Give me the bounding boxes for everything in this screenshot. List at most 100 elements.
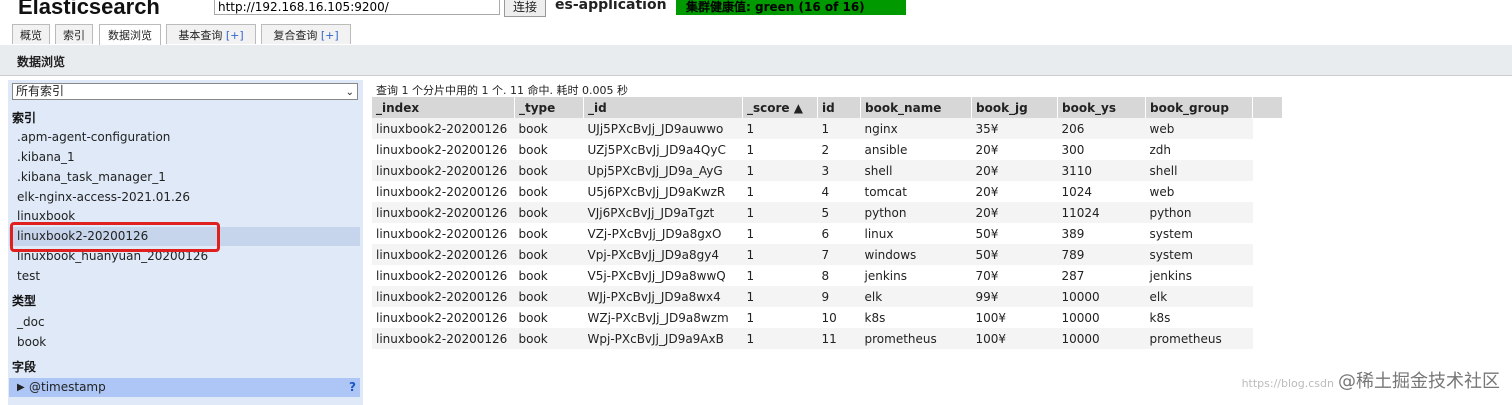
table-cell: python: [1145, 202, 1253, 223]
watermark-text: @稀土掘金技术社区: [1338, 371, 1500, 392]
table-row[interactable]: linuxbook2-20200126 book Upj5PXcBvJj_JD9a_…: [372, 160, 1283, 181]
tab-label: 基本查询: [178, 29, 226, 42]
column-header[interactable]: _type: [514, 97, 584, 118]
column-header[interactable]: book_ys: [1057, 97, 1146, 118]
table-row[interactable]: linuxbook2-20200126 book U5j6PXcBvJj_JD9aK…: [372, 181, 1283, 202]
table-cell: 5: [817, 202, 861, 223]
table-cell: 10000: [1057, 307, 1146, 328]
table-cell: windows: [860, 244, 972, 265]
table-cell: book: [514, 265, 584, 286]
table-cell: 1: [742, 307, 818, 328]
index-heading: 索引: [12, 111, 37, 125]
cluster-url-input[interactable]: http://192.168.16.105:9200/: [214, 0, 500, 15]
table-cell: linuxbook2-20200126: [372, 181, 515, 202]
table-cell: prometheus: [860, 328, 972, 349]
sidebar-item-index[interactable]: elk-nginx-access-2021.01.26: [9, 188, 360, 207]
column-header[interactable]: _index: [372, 97, 515, 118]
table-cell: 20¥: [971, 181, 1058, 202]
table-cell: tomcat: [860, 181, 972, 202]
column-header-sorted[interactable]: _score ▲: [742, 97, 818, 118]
table-cell: k8s: [1145, 307, 1253, 328]
table-cell: 9: [817, 286, 861, 307]
table-row[interactable]: linuxbook2-20200126 book Wpj-PXcBvJj_JD9a9…: [372, 328, 1283, 349]
table-cell: 70¥: [971, 265, 1058, 286]
table-row[interactable]: linuxbook2-20200126 book Vpj-PXcBvJj_JD9a8…: [372, 244, 1283, 265]
table-cell: linuxbook2-20200126: [372, 244, 515, 265]
sidebar-item-index[interactable]: .apm-agent-configuration: [9, 128, 360, 147]
table-row[interactable]: linuxbook2-20200126 book VZj-PXcBvJj_JD9a8…: [372, 223, 1283, 244]
table-cell: 100¥: [971, 328, 1058, 349]
table-cell: 789: [1057, 244, 1146, 265]
table-cell: U5j6PXcBvJj_JD9aKwzR: [583, 181, 743, 202]
table-cell: linuxbook2-20200126: [372, 265, 515, 286]
table-cell: 389: [1057, 223, 1146, 244]
table-cell: 11: [817, 328, 861, 349]
section-header: 数据浏览: [0, 45, 1512, 76]
sidebar-item-field[interactable]: ▶ @timestamp ?: [9, 378, 360, 397]
table-cell: python: [860, 202, 972, 223]
table-row[interactable]: linuxbook2-20200126 book V5j-PXcBvJj_JD9a8…: [372, 265, 1283, 286]
page-title: 数据浏览: [17, 55, 66, 69]
table-cell: 4: [817, 181, 861, 202]
table-row[interactable]: linuxbook2-20200126 book WZj-PXcBvJj_JD9a8…: [372, 307, 1283, 328]
table-cell: book: [514, 181, 584, 202]
table-cell: UJj5PXcBvJj_JD9auwwo: [583, 118, 743, 139]
table-cell: book: [514, 118, 584, 139]
table-cell: 20¥: [971, 139, 1058, 160]
index-select[interactable]: 所有索引 ⌄: [12, 83, 358, 100]
table-cell: jenkins: [860, 265, 972, 286]
expand-triangle-icon[interactable]: ▶: [17, 378, 25, 397]
column-header[interactable]: book_group: [1145, 97, 1253, 118]
table-cell: 206: [1057, 118, 1146, 139]
table-cell: linuxbook2-20200126: [372, 118, 515, 139]
top-bar: Elasticsearch http://192.168.16.105:9200…: [0, 0, 1512, 20]
table-cell: 1024: [1057, 181, 1146, 202]
chevron-down-icon: ⌄: [345, 87, 354, 98]
table-cell: Vpj-PXcBvJj_JD9a8gy4: [583, 244, 743, 265]
tab-overview[interactable]: 概览: [12, 24, 50, 44]
sidebar-item-index[interactable]: test: [9, 267, 360, 286]
connect-button[interactable]: 连接: [504, 0, 546, 17]
table-cell: linux: [860, 223, 972, 244]
table-cell: 3: [817, 160, 861, 181]
table-cell: 50¥: [971, 244, 1058, 265]
tab-plus: [+]: [320, 29, 339, 42]
table-cell: elk: [1145, 286, 1253, 307]
tab-browser[interactable]: 数据浏览: [99, 24, 161, 46]
cluster-name: es-application: [555, 0, 667, 13]
tab-compound-query[interactable]: 复合查询 [+]: [261, 24, 351, 44]
table-cell: system: [1145, 244, 1253, 265]
table-cell: V5j-PXcBvJj_JD9a8wwQ: [583, 265, 743, 286]
column-header[interactable]: id: [817, 97, 861, 118]
table-cell: 6: [817, 223, 861, 244]
table-cell: UZj5PXcBvJj_JD9a4QyC: [583, 139, 743, 160]
sidebar-item-index[interactable]: .kibana_1: [9, 148, 360, 167]
table-cell: 1: [742, 118, 818, 139]
tab-indices[interactable]: 索引: [55, 24, 93, 44]
column-header[interactable]: book_name: [860, 97, 972, 118]
table-cell: ansible: [860, 139, 972, 160]
table-row[interactable]: linuxbook2-20200126 book VJj6PXcBvJj_JD9aT…: [372, 202, 1283, 223]
table-row[interactable]: linuxbook2-20200126 book UJj5PXcBvJj_JD9au…: [372, 118, 1283, 139]
column-header[interactable]: _id: [583, 97, 743, 118]
sidebar-item-type[interactable]: _doc: [9, 313, 360, 332]
column-header[interactable]: book_jg: [971, 97, 1058, 118]
table-cell: 3110: [1057, 160, 1146, 181]
table-cell: book: [514, 286, 584, 307]
tab-plus: [+]: [225, 29, 244, 42]
table-cell: k8s: [860, 307, 972, 328]
table-cell: 1: [817, 118, 861, 139]
sidebar-item-index[interactable]: .kibana_task_manager_1: [9, 168, 360, 187]
tab-basic-query[interactable]: 基本查询 [+]: [166, 24, 256, 44]
table-cell: 10000: [1057, 328, 1146, 349]
table-cell: book: [514, 244, 584, 265]
table-cell: 100¥: [971, 307, 1058, 328]
table-row[interactable]: linuxbook2-20200126 book UZj5PXcBvJj_JD9a4…: [372, 139, 1283, 160]
table-row[interactable]: linuxbook2-20200126 book WJj-PXcBvJj_JD9a8…: [372, 286, 1283, 307]
sidebar-item-type[interactable]: book: [9, 333, 360, 352]
field-heading: 字段: [12, 360, 37, 374]
table-cell: 11024: [1057, 202, 1146, 223]
column-header-spacer: [1252, 97, 1283, 118]
help-icon[interactable]: ?: [349, 378, 356, 397]
table-cell: linuxbook2-20200126: [372, 223, 515, 244]
